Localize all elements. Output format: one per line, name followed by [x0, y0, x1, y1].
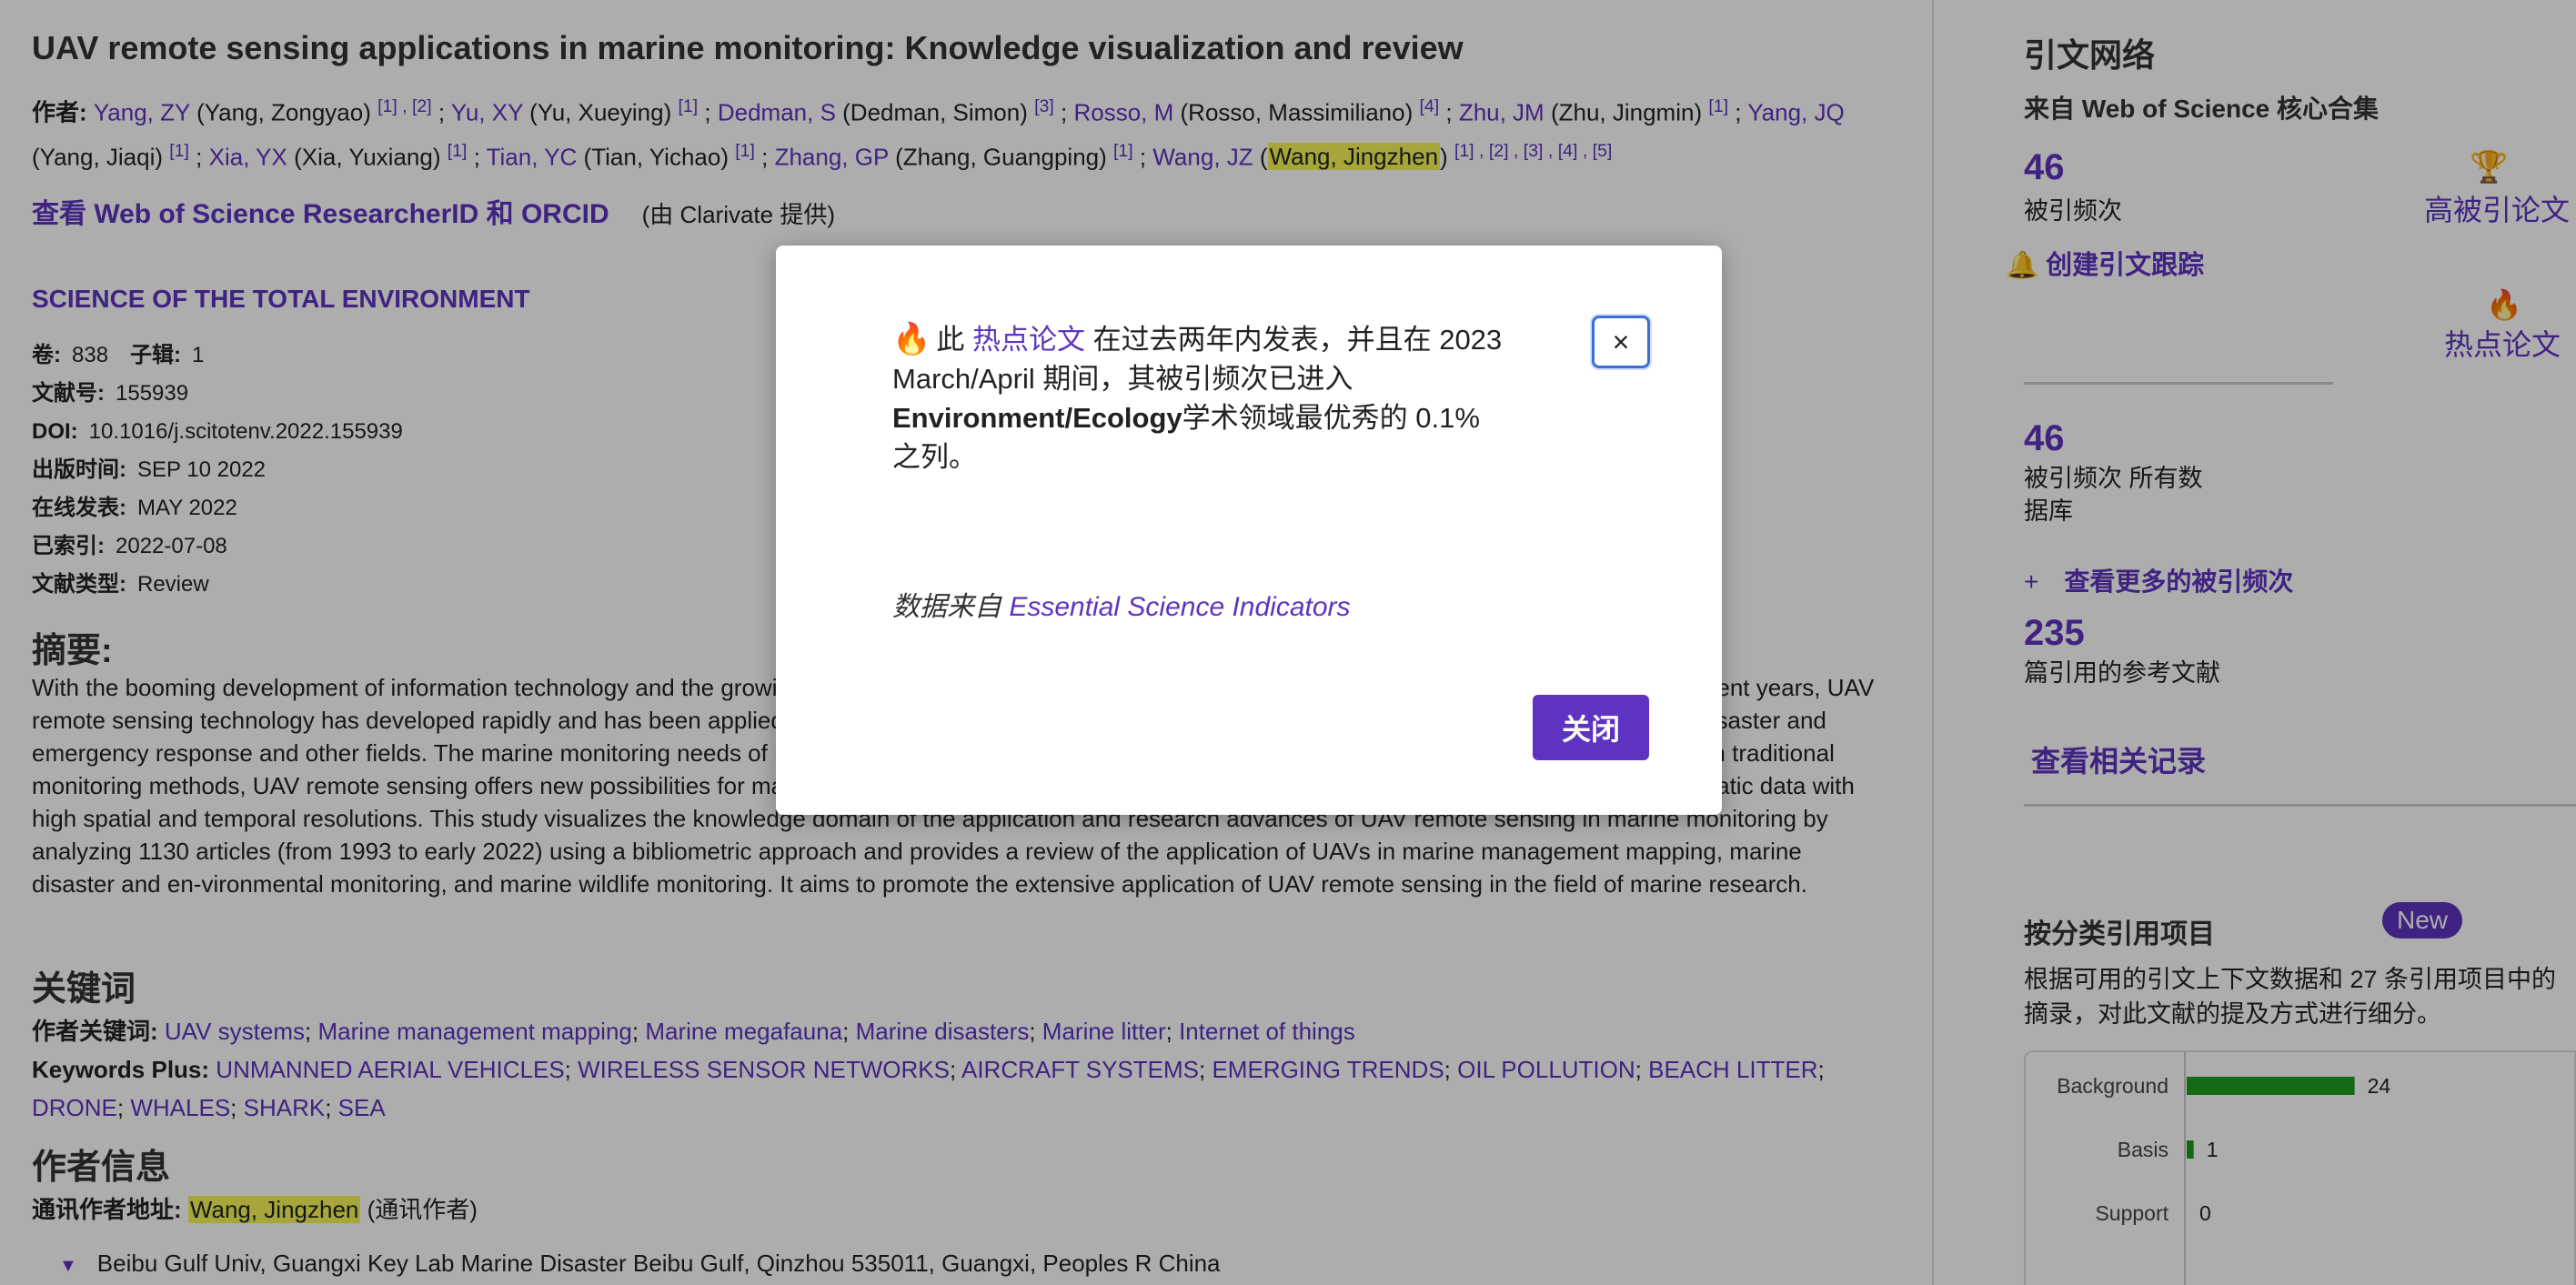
dialog-field: Environment/Ecology: [892, 402, 1182, 434]
esi-link[interactable]: Essential Science Indicators: [1009, 592, 1350, 622]
dialog-source: 数据来自 Essential Science Indicators: [892, 584, 1351, 624]
close-button[interactable]: 关闭: [1533, 695, 1649, 760]
close-icon[interactable]: ×: [1592, 316, 1650, 368]
fire-icon: 🔥: [892, 322, 931, 356]
hot-paper-dialog: 🔥 此 热点论文 在过去两年内发表，并且在 2023 March/April 期间…: [776, 246, 1722, 815]
dialog-prefix: 此: [936, 324, 965, 356]
hot-paper-link[interactable]: 热点论文: [972, 324, 1085, 356]
dialog-message: 🔥 此 热点论文 在过去两年内发表，并且在 2023 March/April 期间…: [892, 320, 1511, 477]
source-prefix: 数据来自: [892, 592, 1001, 622]
